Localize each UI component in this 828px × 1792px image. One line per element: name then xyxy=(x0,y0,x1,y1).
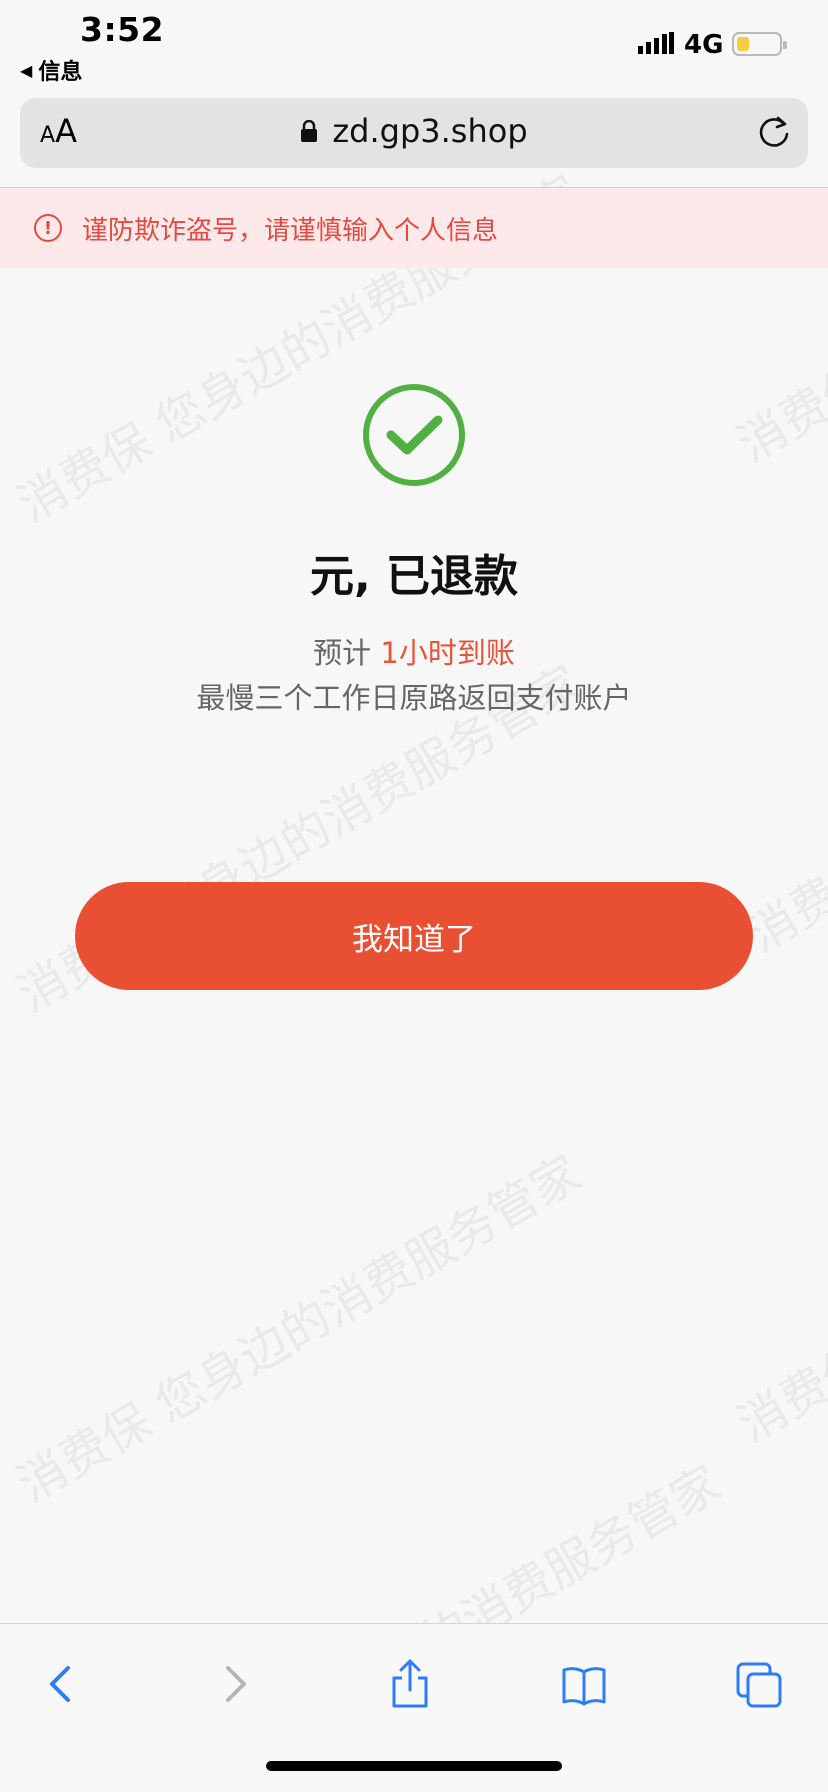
back-to-app-link[interactable]: ◀ 信息 xyxy=(20,54,82,86)
watermark: 消费保 xyxy=(728,353,828,474)
back-icon[interactable] xyxy=(38,1658,86,1710)
alert-icon: ! xyxy=(34,214,62,242)
battery-level xyxy=(737,37,749,51)
url-text: zd.gp3.shop xyxy=(332,112,528,150)
share-icon[interactable] xyxy=(386,1658,434,1710)
estimate-prefix: 预计 xyxy=(313,636,372,670)
battery-icon xyxy=(732,32,787,56)
reload-icon[interactable] xyxy=(756,114,792,150)
status-time: 3:52 xyxy=(80,10,165,49)
watermark: 消费保 您身边的消费服务管家 xyxy=(8,1145,591,1514)
refund-title: 元, 已退款 xyxy=(309,551,519,602)
network-type: 4G xyxy=(684,30,724,60)
warning-text: 谨防欺诈盗号，请谨慎输入个人信息 xyxy=(82,215,499,246)
status-bar: 3:52 ◀ 信息 4G xyxy=(0,0,828,92)
estimate-highlight: 1小时到账 xyxy=(380,636,515,670)
fraud-warning-banner: ! 谨防欺诈盗号，请谨慎输入个人信息 xyxy=(0,188,828,268)
lock-icon xyxy=(301,120,318,142)
battery-cap xyxy=(783,41,787,49)
check-circle-icon xyxy=(363,384,465,486)
refund-note: 最慢三个工作日原路返回支付账户 xyxy=(196,681,632,715)
arrival-estimate: 预计 1小时到账 xyxy=(0,630,828,672)
cellular-signal-icon xyxy=(638,32,674,54)
url-display[interactable]: zd.gp3.shop xyxy=(20,112,808,150)
watermark: 消费保 xyxy=(728,1333,828,1454)
forward-icon[interactable] xyxy=(210,1658,258,1710)
acknowledge-button[interactable]: 我知道了 xyxy=(75,882,753,990)
address-bar[interactable]: AA zd.gp3.shop xyxy=(20,98,808,168)
back-triangle-icon: ◀ xyxy=(20,60,33,80)
back-app-label: 信息 xyxy=(38,60,83,85)
tabs-icon[interactable] xyxy=(736,1658,784,1710)
home-indicator xyxy=(266,1761,562,1771)
bookmarks-icon[interactable] xyxy=(560,1658,608,1710)
